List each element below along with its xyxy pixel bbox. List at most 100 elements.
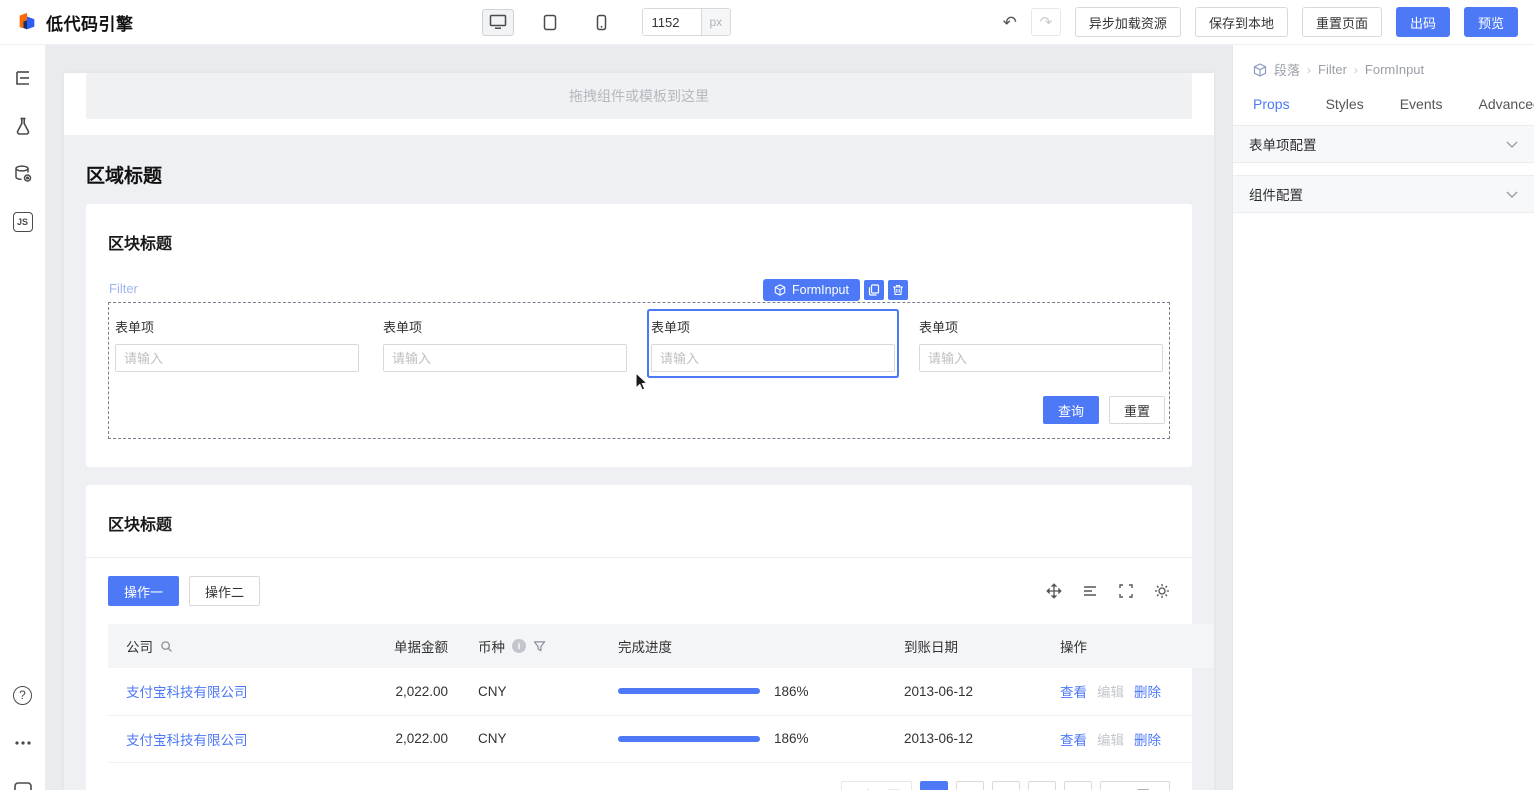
selection-toolbar: FormInput	[763, 279, 908, 301]
page-button-1[interactable]: 1	[920, 781, 948, 790]
device-desktop-button[interactable]	[482, 9, 514, 36]
device-phone-button[interactable]	[586, 9, 618, 36]
breadcrumb-filter[interactable]: Filter	[1318, 62, 1347, 77]
trash-icon	[892, 284, 904, 296]
query-button[interactable]: 查询	[1043, 396, 1099, 424]
inspector-tabs: Props Styles Events Advanced	[1233, 85, 1534, 125]
more-options-icon[interactable]	[12, 732, 34, 754]
tab-advanced[interactable]: Advanced	[1479, 96, 1534, 112]
page-button-4[interactable]: 4	[1028, 781, 1056, 790]
column-date-label: 到账日期	[904, 636, 958, 656]
forminput-pill[interactable]: FormInput	[763, 279, 860, 301]
breadcrumb-separator: ›	[1354, 63, 1358, 77]
currency-cell: CNY	[478, 715, 618, 762]
form-item-1[interactable]: 表单项	[113, 311, 361, 376]
px-unit-label: px	[701, 9, 731, 35]
preview-button[interactable]: 预览	[1464, 7, 1518, 37]
save-local-button[interactable]: 保存到本地	[1195, 7, 1288, 37]
filter-block-title: 区块标题	[108, 230, 1170, 254]
form-item-label: 表单项	[651, 317, 895, 336]
tab-events[interactable]: Events	[1400, 96, 1443, 112]
page-button-5[interactable]: 5	[1064, 781, 1092, 790]
js-panel-icon[interactable]: JS	[12, 211, 34, 233]
search-icon[interactable]	[160, 640, 173, 653]
filter-component[interactable]: Filter FormInput	[108, 302, 1170, 439]
reset-page-button[interactable]: 重置页面	[1302, 7, 1382, 37]
page-button-2[interactable]: 2	[956, 781, 984, 790]
breadcrumb-root[interactable]: 段落	[1274, 60, 1300, 79]
out-code-button[interactable]: 出码	[1396, 7, 1450, 37]
settings-gear-icon[interactable]	[1154, 583, 1170, 599]
prev-page-button: ‹上一页	[841, 781, 911, 790]
design-canvas: 拖拽组件或模板到这里 区域标题 区块标题 Filter FormInput	[46, 45, 1232, 790]
table-row: 支付宝科技有限公司 2,022.00 CNY 186% 2013-06-12	[108, 668, 1214, 715]
form-item-input[interactable]	[115, 344, 359, 372]
column-actions-label: 操作	[1060, 636, 1087, 656]
column-currency-label: 币种	[478, 636, 505, 656]
form-item-input[interactable]	[383, 344, 627, 372]
company-link[interactable]: 支付宝科技有限公司	[126, 685, 248, 700]
table-card: 区块标题 操作一 操作二	[86, 485, 1192, 790]
drag-move-icon[interactable]	[1046, 583, 1062, 599]
fullscreen-icon[interactable]	[1118, 583, 1134, 599]
page-body: 区域标题 区块标题 Filter FormInput	[64, 135, 1214, 790]
filter-card: 区块标题 Filter FormInput	[86, 204, 1192, 467]
tab-props[interactable]: Props	[1253, 96, 1290, 112]
edit-link-disabled: 编辑	[1097, 685, 1124, 700]
action-one-button[interactable]: 操作一	[108, 576, 179, 606]
reset-button[interactable]: 重置	[1109, 396, 1165, 424]
form-item-4[interactable]: 表单项	[917, 311, 1165, 376]
amount-cell: 2,022.00	[353, 668, 478, 715]
form-item-3-selected[interactable]: 表单项	[649, 311, 897, 376]
undo-icon[interactable]: ↶	[1003, 14, 1017, 31]
form-item-input[interactable]	[919, 344, 1163, 372]
breadcrumb-forminput[interactable]: FormInput	[1365, 62, 1424, 77]
design-page[interactable]: 拖拽组件或模板到这里 区域标题 区块标题 Filter FormInput	[64, 73, 1214, 790]
next-page-label: 下一页	[1111, 785, 1150, 790]
outline-tree-icon[interactable]	[12, 67, 34, 89]
section-form-item-config[interactable]: 表单项配置	[1233, 125, 1534, 163]
form-item-input[interactable]	[651, 344, 895, 372]
drop-placeholder[interactable]: 拖拽组件或模板到这里	[86, 73, 1192, 119]
app-logo-icon	[16, 11, 38, 33]
form-item-2[interactable]: 表单项	[381, 311, 629, 376]
viewport-width-input[interactable]	[643, 9, 701, 35]
app-brand: 低代码引擎	[16, 10, 134, 35]
delete-icon-button[interactable]	[888, 280, 908, 300]
component-cube-icon	[774, 284, 786, 296]
phone-icon	[596, 14, 607, 31]
desktop-icon	[489, 14, 507, 30]
page-button-3[interactable]: 3	[992, 781, 1020, 790]
info-icon[interactable]: i	[512, 639, 526, 653]
async-load-button[interactable]: 异步加载资源	[1075, 7, 1181, 37]
filter-funnel-icon[interactable]	[533, 640, 546, 653]
tab-styles[interactable]: Styles	[1326, 96, 1364, 112]
section-component-config[interactable]: 组件配置	[1233, 175, 1534, 213]
delete-link[interactable]: 删除	[1134, 733, 1161, 748]
plugin-flask-icon[interactable]	[12, 115, 34, 137]
filter-form: 表单项 表单项 表单项	[108, 302, 1170, 439]
datasource-icon[interactable]	[12, 163, 34, 185]
column-progress-label: 完成进度	[618, 636, 672, 656]
progress-bar	[618, 736, 760, 742]
next-page-button[interactable]: 下一页›	[1100, 781, 1170, 790]
left-tool-rail: JS ?	[0, 45, 46, 790]
edit-link-disabled: 编辑	[1097, 733, 1124, 748]
delete-link[interactable]: 删除	[1134, 685, 1161, 700]
view-link[interactable]: 查看	[1060, 733, 1087, 748]
section-title: 区域标题	[86, 161, 1192, 188]
view-link[interactable]: 查看	[1060, 685, 1087, 700]
app-title: 低代码引擎	[46, 10, 134, 35]
action-two-button[interactable]: 操作二	[189, 576, 260, 606]
density-icon[interactable]	[1082, 583, 1098, 599]
filter-actions: 查询 重置	[111, 396, 1167, 424]
bottom-partial-icon[interactable]	[12, 780, 34, 790]
help-label: ?	[13, 686, 32, 705]
copy-icon-button[interactable]	[864, 280, 884, 300]
redo-icon[interactable]: ↷	[1031, 8, 1061, 36]
device-tablet-button[interactable]	[534, 9, 566, 36]
device-switcher	[482, 9, 618, 36]
section-form-item-config-label: 表单项配置	[1249, 134, 1317, 154]
help-icon[interactable]: ?	[12, 684, 34, 706]
company-link[interactable]: 支付宝科技有限公司	[126, 733, 248, 748]
